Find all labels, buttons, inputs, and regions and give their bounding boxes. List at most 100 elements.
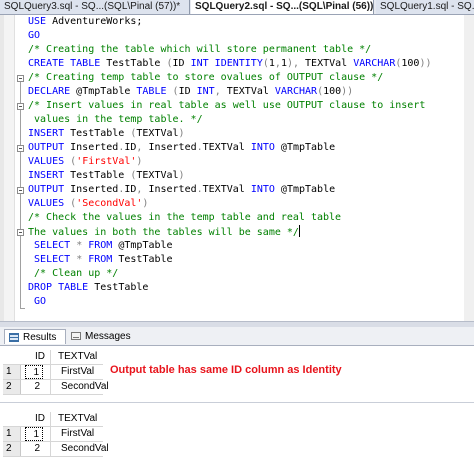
code-token: TestTable: [100, 58, 167, 69]
code-token: INT: [190, 58, 209, 69]
grid-separator: [0, 402, 474, 403]
code-token: ID: [178, 86, 197, 97]
collapse-region-icon[interactable]: [17, 75, 24, 82]
row-number[interactable]: 2: [3, 380, 21, 394]
code-line[interactable]: VALUES ('SecondVal'): [28, 197, 148, 211]
table-row[interactable]: 1 1 FirstVal: [3, 365, 103, 379]
code-token: VALUES: [28, 156, 65, 167]
code-token: VARCHAR: [353, 58, 396, 69]
query-editor[interactable]: USE AdventureWorks; GO/* Creating the tab…: [0, 15, 474, 321]
code-line[interactable]: /* Creating the table which will store p…: [28, 43, 371, 57]
collapse-region-icon[interactable]: [17, 103, 24, 110]
table-row[interactable]: 2 2 SecondVal: [3, 442, 109, 456]
code-token: TABLE: [136, 86, 167, 97]
code-token: 100: [401, 58, 420, 69]
grid-header: ID TEXTVal: [3, 412, 103, 426]
column-header-id[interactable]: ID: [35, 350, 45, 364]
cell-id[interactable]: 2: [25, 380, 43, 394]
grid-line: [50, 350, 51, 395]
tab-label: SQLQuery2.sql - SQ...(SQL\Pinal (56))*: [195, 1, 374, 12]
cell-textval[interactable]: FirstVal: [58, 365, 102, 379]
tab-results-label: Results: [23, 332, 57, 343]
code-line[interactable]: DECLARE @TmpTable TABLE (ID INT, TEXTVal…: [28, 85, 353, 99]
code-token: ): [178, 128, 185, 139]
code-token: GO: [34, 296, 47, 307]
row-number[interactable]: 1: [3, 365, 21, 379]
code-token: INSERT: [28, 170, 65, 181]
outline-line: [20, 82, 21, 308]
code-token: /* Creating the table which will store p…: [28, 44, 372, 55]
code-line[interactable]: SELECT * FROM @TmpTable: [28, 239, 173, 253]
collapse-region-icon[interactable]: [17, 229, 24, 236]
code-token: ID: [172, 58, 191, 69]
code-line[interactable]: USE AdventureWorks;: [28, 15, 142, 29]
code-token: @TmpTable: [112, 240, 173, 251]
code-line[interactable]: GO: [28, 29, 40, 43]
annotation-text: Output table has same ID column as Ident…: [110, 364, 342, 376]
code-line[interactable]: SELECT * FROM TestTable: [28, 253, 173, 267]
code-line[interactable]: /* Check the values in the temp table an…: [28, 211, 341, 225]
code-token: TestTable: [112, 254, 173, 265]
code-token: ): [178, 170, 185, 181]
cell-textval[interactable]: SecondVal: [58, 442, 109, 456]
code-token: ),: [286, 58, 300, 69]
code-token: TestTable: [64, 170, 131, 181]
code-line[interactable]: INSERT TestTable (TEXTVal): [28, 169, 185, 183]
code-token: /* Creating temp table to store ovalues …: [28, 72, 384, 83]
code-line[interactable]: OUTPUT Inserted.ID, Inserted.TEXTVal INT…: [28, 183, 335, 197]
code-token: TestTable: [64, 128, 131, 139]
cell-textval[interactable]: SecondVal: [58, 380, 109, 394]
cell-id[interactable]: 2: [25, 442, 43, 456]
vertical-scrollbar[interactable]: [464, 15, 474, 321]
code-token: ): [142, 198, 149, 209]
tab-messages[interactable]: Messages: [67, 329, 131, 344]
cell-id[interactable]: 1: [25, 427, 43, 441]
code-token: 'SecondVal': [76, 198, 143, 209]
code-line[interactable]: /* Clean up */: [28, 267, 118, 281]
tab-sqlquery1[interactable]: SQLQuery1.sql - SQ...: [376, 0, 474, 14]
tab-sqlquery3[interactable]: SQLQuery3.sql - SQ...(SQL\Pinal (57))*: [0, 0, 190, 14]
code-token: 100: [323, 86, 342, 97]
cell-textval[interactable]: FirstVal: [58, 427, 102, 441]
code-line[interactable]: /* Creating temp table to store ovalues …: [28, 71, 383, 85]
code-line[interactable]: VALUES ('FirstVal'): [28, 155, 142, 169]
code-token: TEXTVal: [136, 170, 179, 181]
table-row[interactable]: 2 2 SecondVal: [3, 380, 109, 394]
code-token: FROM: [88, 240, 113, 251]
code-line[interactable]: GO: [28, 295, 46, 309]
grid-line: [50, 412, 51, 457]
code-line[interactable]: values in the temp table. */: [28, 113, 203, 127]
code-token: TEXTVal: [220, 86, 275, 97]
code-token: INT: [196, 86, 215, 97]
code-line[interactable]: INSERT TestTable (TEXTVal): [28, 127, 185, 141]
code-line[interactable]: DROP TABLE TestTable: [28, 281, 148, 295]
code-token: SELECT: [34, 240, 71, 251]
column-header-textval[interactable]: TEXTVal: [58, 350, 97, 364]
code-line[interactable]: The values in both the tables will be sa…: [28, 225, 300, 239]
column-header-id[interactable]: ID: [35, 412, 45, 426]
column-header-textval[interactable]: TEXTVal: [58, 412, 97, 426]
grid-line: [3, 456, 103, 457]
code-token: VARCHAR: [274, 86, 318, 97]
code-token: /* Clean up */: [34, 268, 119, 279]
code-token: The values in both the tables will be sa…: [28, 227, 299, 238]
collapse-region-icon[interactable]: [17, 145, 24, 152]
cell-id[interactable]: 1: [25, 365, 43, 379]
document-tab-bar: SQLQuery3.sql - SQ...(SQL\Pinal (57))* S…: [0, 0, 474, 15]
code-line[interactable]: /* Insert values in real table as well u…: [28, 99, 425, 113]
code-token: @TmpTable: [70, 86, 137, 97]
row-number[interactable]: 1: [3, 427, 21, 441]
code-line[interactable]: OUTPUT Inserted.ID, Inserted.TEXTVal INT…: [28, 141, 335, 155]
table-row[interactable]: 1 1 FirstVal: [3, 427, 103, 441]
code-token: ): [136, 156, 143, 167]
text-caret: [298, 225, 300, 237]
collapse-region-icon[interactable]: [17, 187, 24, 194]
code-token: INTO: [250, 142, 275, 153]
tab-results[interactable]: Results: [4, 329, 66, 344]
results-pane: ID TEXTVal 1 1 FirstVal 2 2 SecondVal Ou…: [0, 346, 474, 470]
row-number[interactable]: 2: [3, 442, 21, 456]
code-line[interactable]: CREATE TABLE TestTable (ID INT IDENTITY(…: [28, 57, 432, 71]
outline-end: [20, 308, 25, 309]
code-token: AdventureWorks;: [46, 16, 143, 27]
tab-sqlquery2[interactable]: SQLQuery2.sql - SQ...(SQL\Pinal (56))* ×: [191, 0, 374, 14]
